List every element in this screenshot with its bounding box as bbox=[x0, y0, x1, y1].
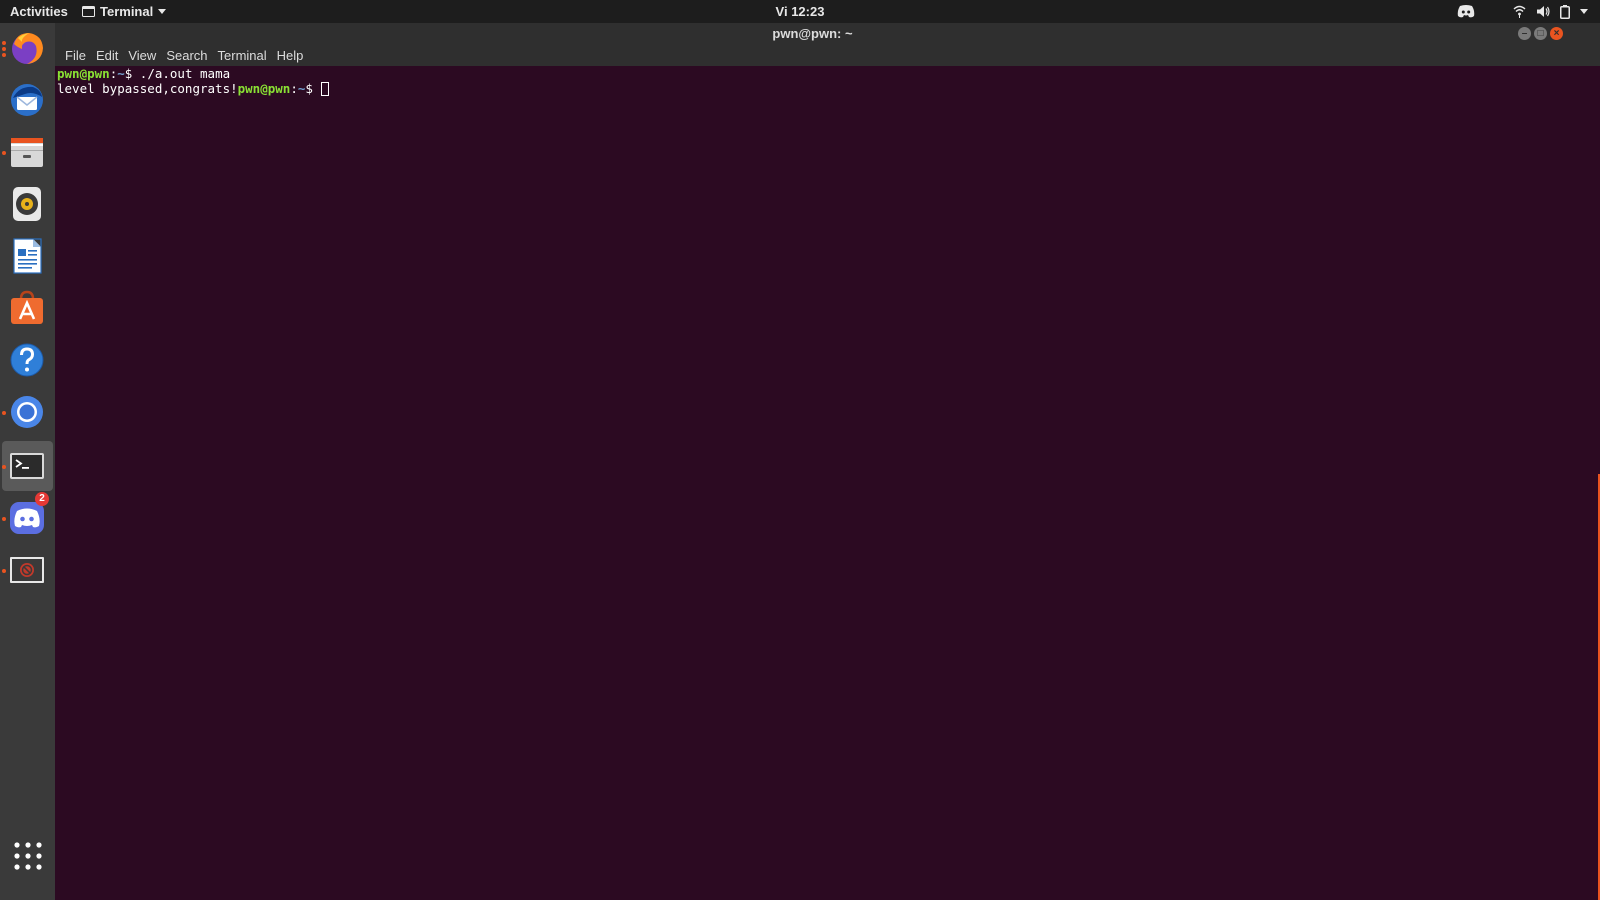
close-button[interactable]: × bbox=[1550, 27, 1563, 40]
window-title: pwn@pwn: ~ bbox=[772, 26, 853, 41]
dock-item-chromium[interactable] bbox=[0, 387, 55, 437]
minimize-button[interactable]: – bbox=[1518, 27, 1531, 40]
minimize-icon: – bbox=[1521, 28, 1528, 39]
chromium-icon bbox=[11, 396, 43, 428]
clock[interactable]: Vi 12:23 bbox=[0, 0, 1600, 23]
dock-item-firefox[interactable] bbox=[0, 23, 55, 73]
top-bar: Activities Terminal Vi 12:23 bbox=[0, 0, 1600, 23]
dock-item-files[interactable] bbox=[0, 127, 55, 177]
dock-item-terminal[interactable] bbox=[2, 441, 53, 491]
prompt-path: ~ bbox=[117, 66, 125, 81]
running-indicator bbox=[2, 517, 6, 521]
dock-item-thunderbird[interactable] bbox=[0, 75, 55, 125]
menu-file[interactable]: File bbox=[60, 45, 91, 66]
running-indicator bbox=[2, 569, 6, 573]
network-icon[interactable] bbox=[1513, 5, 1526, 18]
menu-edit[interactable]: Edit bbox=[91, 45, 123, 66]
menu-view[interactable]: View bbox=[123, 45, 161, 66]
prompt-symbol: $ bbox=[305, 81, 313, 96]
dock-item-writer[interactable] bbox=[0, 231, 55, 281]
text-cursor bbox=[321, 82, 330, 96]
prompt-user: pwn@pwn bbox=[237, 81, 291, 96]
app-menu-label: Terminal bbox=[100, 4, 154, 19]
program-output: level bypassed,congrats! bbox=[57, 81, 238, 96]
menu-help[interactable]: Help bbox=[272, 45, 309, 66]
menu-terminal[interactable]: Terminal bbox=[213, 45, 272, 66]
running-indicator bbox=[2, 53, 6, 57]
activities-button[interactable]: Activities bbox=[10, 0, 68, 23]
dock-item-discord[interactable]: 2 bbox=[0, 492, 55, 543]
dock: 2 bbox=[0, 23, 55, 900]
notification-badge: 2 bbox=[35, 492, 49, 506]
running-indicator bbox=[2, 411, 6, 415]
prompt-user: pwn@pwn bbox=[57, 66, 110, 81]
running-indicator bbox=[2, 41, 6, 45]
terminal-output[interactable]: pwn@pwn:~$ ./a.out mama level bypassed,c… bbox=[55, 66, 1600, 900]
battery-icon[interactable] bbox=[1560, 4, 1570, 19]
window-titlebar[interactable]: pwn@pwn: ~ – □ × bbox=[55, 23, 1600, 45]
running-indicator bbox=[2, 151, 6, 155]
terminal-icon bbox=[10, 453, 44, 479]
blocked-app-icon bbox=[10, 557, 44, 583]
volume-icon[interactable] bbox=[1536, 5, 1550, 18]
close-icon: × bbox=[1553, 28, 1560, 39]
show-applications-icon[interactable] bbox=[13, 841, 43, 871]
terminal-line: level bypassed,congrats!pwn@pwn:~$ bbox=[57, 81, 330, 97]
running-indicator bbox=[2, 465, 6, 469]
software-icon bbox=[11, 290, 43, 324]
system-menu-chevron-icon[interactable] bbox=[1580, 9, 1588, 14]
chevron-down-icon bbox=[158, 9, 167, 14]
maximize-button[interactable]: □ bbox=[1534, 27, 1547, 40]
thunderbird-icon bbox=[11, 84, 43, 116]
terminal-line: pwn@pwn:~$ ./a.out mama bbox=[57, 66, 231, 81]
menu-bar: File Edit View Search Terminal Help bbox=[55, 45, 1600, 66]
menu-search[interactable]: Search bbox=[161, 45, 212, 66]
system-tray[interactable] bbox=[1457, 0, 1588, 23]
help-icon bbox=[10, 343, 44, 377]
dock-item-rhythmbox[interactable] bbox=[0, 179, 55, 229]
dock-item-ubuntu-software[interactable] bbox=[0, 283, 55, 333]
maximize-icon: □ bbox=[1537, 28, 1544, 39]
firefox-icon bbox=[12, 33, 43, 64]
writer-icon bbox=[13, 238, 42, 274]
rhythmbox-icon bbox=[13, 187, 41, 221]
app-menu[interactable]: Terminal bbox=[82, 0, 167, 23]
dock-item-unknown-app[interactable] bbox=[0, 545, 55, 595]
terminal-small-icon bbox=[82, 6, 95, 17]
dock-item-help[interactable] bbox=[0, 335, 55, 385]
running-indicator bbox=[2, 47, 6, 51]
command-text: ./a.out mama bbox=[132, 66, 231, 81]
files-icon bbox=[11, 138, 43, 167]
discord-tray-icon[interactable] bbox=[1457, 5, 1475, 18]
